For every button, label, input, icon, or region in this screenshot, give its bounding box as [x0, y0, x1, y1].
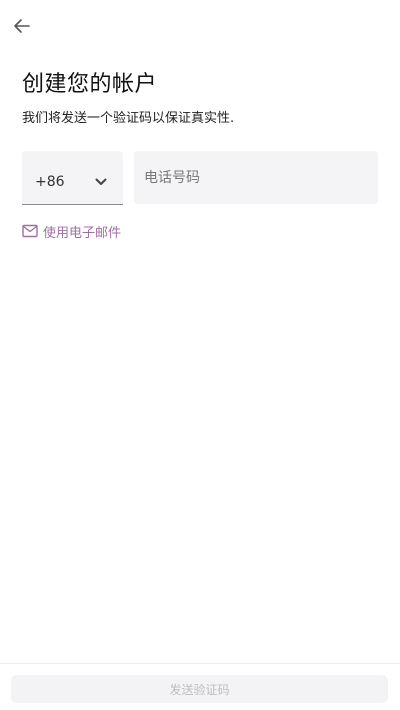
country-code-select[interactable]: +86	[22, 151, 123, 205]
use-email-link[interactable]: 使用电子邮件	[22, 221, 121, 241]
footer-divider	[0, 663, 400, 664]
arrow-left-icon	[14, 19, 30, 33]
chevron-down-icon	[95, 178, 107, 185]
send-code-button[interactable]: 发送验证码	[11, 675, 388, 703]
phone-number-input[interactable]	[134, 151, 378, 204]
page-subtitle: 我们将发送一个验证码以保证真实性.	[22, 111, 235, 126]
back-button[interactable]	[10, 14, 34, 38]
page-title: 创建您的帐户	[22, 72, 158, 97]
mail-icon	[22, 224, 38, 238]
use-email-label: 使用电子邮件	[43, 225, 122, 241]
country-code-value: +86	[35, 174, 65, 190]
